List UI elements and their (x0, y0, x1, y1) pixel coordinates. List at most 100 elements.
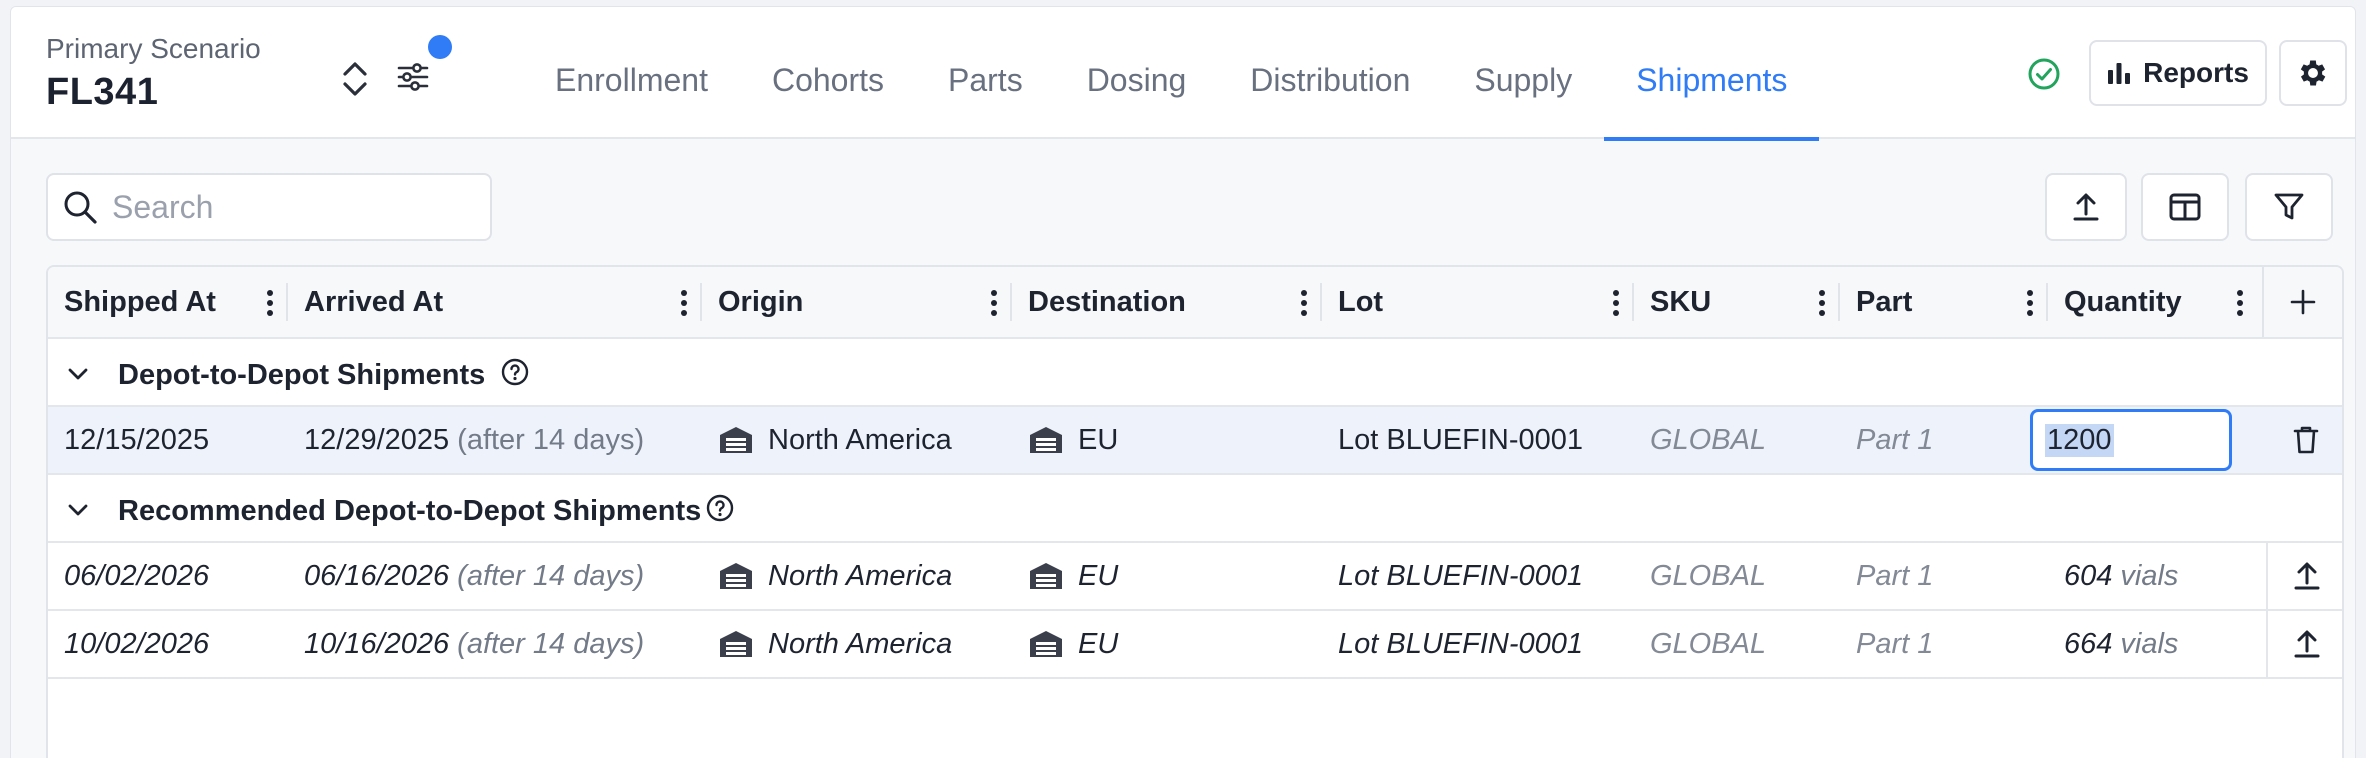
notification-dot (428, 35, 452, 59)
shipped-at-cell: 06/02/2026 (64, 559, 210, 592)
destination-name: EU (1078, 423, 1119, 456)
destination-cell: EU (1028, 407, 1118, 473)
accept-shipment-button[interactable] (2266, 611, 2342, 677)
chevron-down-icon[interactable] (66, 361, 90, 394)
table-row[interactable]: 06/02/2026 06/16/2026 (after 14 days) No… (48, 543, 2342, 611)
scenario-name: FL341 (46, 71, 159, 113)
warehouse-icon (718, 561, 754, 591)
shipments-table: Shipped At Arrived At Origin Destination (46, 265, 2344, 758)
group-header-depot-shipments[interactable]: Depot-to-Depot Shipments (48, 339, 2342, 407)
warehouse-icon (1028, 561, 1064, 591)
destination-name: EU (1078, 627, 1119, 660)
column-menu-icon[interactable] (1300, 289, 1308, 325)
column-label: SKU (1650, 285, 1712, 318)
column-header-quantity[interactable]: Quantity (2048, 267, 2258, 337)
column-header-origin[interactable]: Origin (702, 267, 1012, 337)
arrived-at-date: 10/16/2026 (304, 627, 450, 660)
shipped-at-cell: 10/02/2026 (64, 627, 210, 660)
column-menu-icon[interactable] (266, 289, 274, 325)
app-window: Primary Scenario FL341 Enrollment Cohort… (10, 6, 2356, 758)
column-header-sku[interactable]: SKU (1634, 267, 1840, 337)
destination-cell: EU (1028, 611, 1118, 677)
trash-icon (2293, 425, 2319, 455)
tab-supply[interactable]: Supply (1442, 7, 1604, 139)
sku-cell: GLOBAL (1650, 559, 1767, 592)
tab-distribution[interactable]: Distribution (1218, 7, 1442, 139)
column-label: Part (1856, 285, 1913, 318)
settings-sliders-icon[interactable] (395, 59, 431, 95)
group-header-recommended-shipments[interactable]: Recommended Depot-to-Depot Shipments (48, 475, 2342, 543)
delete-row-button[interactable] (2266, 407, 2342, 473)
tab-enrollment[interactable]: Enrollment (523, 7, 740, 139)
sku-cell: GLOBAL (1650, 423, 1767, 456)
settings-button[interactable] (2279, 40, 2347, 106)
gear-icon (2296, 56, 2330, 90)
origin-name: North America (768, 627, 953, 660)
column-header-arrived-at[interactable]: Arrived At (288, 267, 702, 337)
column-header-part[interactable]: Part (1840, 267, 2048, 337)
destination-name: EU (1078, 559, 1119, 592)
column-label: Shipped At (64, 285, 216, 318)
origin-name: North America (768, 423, 952, 456)
accept-shipment-button[interactable] (2266, 543, 2342, 609)
group-label: Depot-to-Depot Shipments (118, 359, 486, 391)
tab-shipments[interactable]: Shipments (1604, 7, 1820, 141)
arrived-at-note: (after 14 days) (457, 423, 645, 456)
arrived-at-note: (after 14 days) (457, 627, 645, 660)
search-box[interactable] (46, 173, 492, 241)
lot-cell: Lot BLUEFIN-0001 (1338, 423, 1584, 456)
column-menu-icon[interactable] (1818, 289, 1826, 325)
column-header-lot[interactable]: Lot (1322, 267, 1634, 337)
origin-name: North America (768, 559, 953, 592)
sku-cell: GLOBAL (1650, 627, 1767, 660)
table-header: Shipped At Arrived At Origin Destination (48, 267, 2342, 339)
quantity-input[interactable]: 1200 (2030, 409, 2232, 471)
table-row[interactable]: 10/02/2026 10/16/2026 (after 14 days) No… (48, 611, 2342, 679)
scenario-label: Primary Scenario (46, 33, 261, 64)
origin-cell: North America (718, 611, 952, 677)
origin-cell: North America (718, 543, 952, 609)
arrived-at-date: 12/29/2025 (304, 423, 450, 456)
quantity-unit: vials (2120, 559, 2179, 592)
columns-button[interactable] (2141, 173, 2229, 241)
column-menu-icon[interactable] (2236, 289, 2244, 325)
tab-parts[interactable]: Parts (916, 7, 1055, 139)
quantity-cell: 664 vials (2064, 611, 2178, 677)
reports-label: Reports (2143, 57, 2249, 88)
column-header-destination[interactable]: Destination (1012, 267, 1322, 337)
column-label: Origin (718, 285, 804, 318)
reports-button[interactable]: Reports (2089, 40, 2267, 106)
search-icon (62, 189, 98, 225)
quantity-value: 664 (2064, 627, 2113, 660)
column-menu-icon[interactable] (680, 289, 688, 325)
search-input[interactable] (112, 188, 472, 226)
plus-icon (2290, 289, 2316, 315)
chevron-down-icon[interactable] (66, 497, 90, 530)
column-menu-icon[interactable] (2026, 289, 2034, 325)
quantity-value: 1200 (2045, 423, 2114, 457)
tab-dosing[interactable]: Dosing (1055, 7, 1219, 139)
filter-icon (2273, 192, 2305, 222)
add-column-button[interactable] (2262, 267, 2342, 337)
status-check-icon (2027, 57, 2061, 91)
arrived-at-note: (after 14 days) (457, 559, 645, 592)
column-menu-icon[interactable] (990, 289, 998, 325)
column-menu-icon[interactable] (1612, 289, 1620, 325)
columns-icon (2169, 193, 2201, 221)
filter-button[interactable] (2245, 173, 2333, 241)
quantity-unit: vials (2120, 627, 2179, 660)
part-cell: Part 1 (1856, 423, 1934, 456)
shipped-at-cell: 12/15/2025 (64, 423, 210, 456)
tab-cohorts[interactable]: Cohorts (740, 7, 916, 139)
help-icon[interactable] (501, 358, 529, 394)
column-header-shipped-at[interactable]: Shipped At (48, 267, 288, 337)
quantity-cell: 604 vials (2064, 543, 2178, 609)
help-icon[interactable] (706, 494, 734, 530)
part-cell: Part 1 (1856, 627, 1934, 660)
arrived-at-cell: 06/16/2026 (after 14 days) (304, 543, 644, 609)
scenario-switch-icon[interactable] (337, 57, 373, 101)
export-button[interactable] (2045, 173, 2127, 241)
lot-cell: Lot BLUEFIN-0001 (1338, 559, 1584, 592)
table-row[interactable]: 12/15/2025 12/29/2025 (after 14 days) No… (48, 407, 2342, 475)
group-label: Recommended Depot-to-Depot Shipments (118, 495, 702, 527)
